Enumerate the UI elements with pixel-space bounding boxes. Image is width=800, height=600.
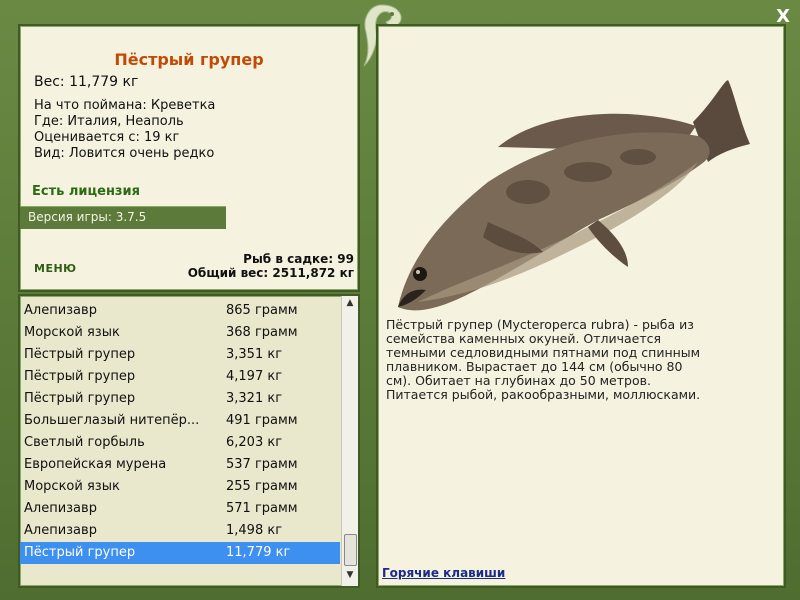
list-item[interactable]: Морской язык 368 грамм (20, 322, 340, 344)
list-item-weight: 1,498 кг (226, 523, 283, 538)
fish-info-panel: Пёстрый групер Вес: 11,779 кг На что пой… (18, 24, 360, 295)
list-item-name: Европейская мурена (24, 457, 167, 472)
license-status: Есть лицензия (32, 184, 140, 199)
list-item-weight: 537 грамм (226, 457, 298, 472)
bait-text: На что поймана: Креветка (34, 98, 216, 113)
list-item-weight: 255 грамм (226, 479, 298, 494)
list-item-weight: 4,197 кг (226, 369, 283, 384)
list-scrollbar[interactable]: ▲ ▼ (341, 296, 358, 586)
menu-button[interactable]: МЕНЮ (34, 262, 77, 275)
list-item-weight: 6,203 кг (226, 435, 283, 450)
list-item[interactable]: Пёстрый групер 3,321 кг (20, 388, 340, 410)
list-item-name: Пёстрый групер (24, 545, 136, 560)
list-item[interactable]: Пёстрый групер 11,779 кг (20, 542, 340, 564)
list-item[interactable]: Пёстрый групер 4,197 кг (20, 366, 340, 388)
list-item[interactable]: Алепизавр 1,498 кг (20, 520, 340, 542)
catch-list-panel: Алепизавр 865 грамм Морской язык 368 грамм П… (18, 294, 360, 588)
scroll-thumb[interactable] (344, 534, 357, 566)
list-item-name: Морской язык (24, 479, 120, 494)
hotkeys-link[interactable]: Горячие клавиши (382, 566, 505, 580)
list-item-name: Пёстрый групер (24, 347, 136, 362)
list-item-name: Пёстрый групер (24, 369, 136, 384)
list-item-weight: 3,351 кг (226, 347, 283, 362)
list-item[interactable]: Алепизавр 865 грамм (20, 300, 340, 322)
cage-stats: Рыб в садке: 99 Общий вес: 2511,872 кг (188, 252, 354, 280)
list-item-weight: 865 грамм (226, 303, 298, 318)
list-item-name: Алепизавр (24, 501, 97, 516)
list-item-name: Морской язык (24, 325, 120, 340)
list-item-weight: 571 грамм (226, 501, 298, 516)
fish-detail-panel: Пёстрый групер (Mycteroperca rubra) - ры… (376, 24, 786, 588)
list-item-weight: 3,321 кг (226, 391, 283, 406)
list-item-name: Светлый горбыль (24, 435, 145, 450)
valued-text: Оценивается с: 19 кг (34, 130, 180, 145)
fish-details: На что поймана: Креветка Где: Италия, Не… (34, 98, 215, 162)
scroll-up-icon[interactable]: ▲ (342, 298, 358, 312)
catch-list: Алепизавр 865 грамм Морской язык 368 грамм П… (20, 300, 340, 564)
list-item-weight: 491 грамм (226, 413, 298, 428)
version-text: Версия игры: 3.7.5 (28, 210, 147, 224)
fish-count: Рыб в садке: 99 (243, 252, 354, 266)
list-item[interactable]: Пёстрый групер 3,351 кг (20, 344, 340, 366)
scroll-down-icon[interactable]: ▼ (342, 570, 358, 584)
fish-title: Пёстрый групер (114, 50, 264, 69)
list-item[interactable]: Алепизавр 571 грамм (20, 498, 340, 520)
list-item-name: Пёстрый групер (24, 391, 136, 406)
fish-description: Пёстрый групер (Mycteroperca rubra) - ры… (386, 317, 701, 402)
location-text: Где: Италия, Неаполь (34, 114, 184, 129)
list-item-name: Алепизавр (24, 303, 97, 318)
list-item-name: Большеглазый нитепёр... (24, 413, 200, 428)
total-weight: Общий вес: 2511,872 кг (187, 266, 354, 280)
list-item[interactable]: Светлый горбыль 6,203 кг (20, 432, 340, 454)
fish-image (398, 80, 750, 311)
list-item[interactable]: Большеглазый нитепёр... 491 грамм (20, 410, 340, 432)
list-item-weight: 11,779 кг (226, 545, 291, 560)
list-item-weight: 368 грамм (226, 325, 298, 340)
version-bar: Версия игры: 3.7.5 (20, 206, 226, 229)
list-item-name: Алепизавр (24, 523, 97, 538)
fish-weight: Вес: 11,779 кг (34, 74, 139, 90)
list-item[interactable]: Европейская мурена 537 грамм (20, 454, 340, 476)
list-item[interactable]: Морской язык 255 грамм (20, 476, 340, 498)
rarity-text: Вид: Ловится очень редко (34, 146, 215, 161)
